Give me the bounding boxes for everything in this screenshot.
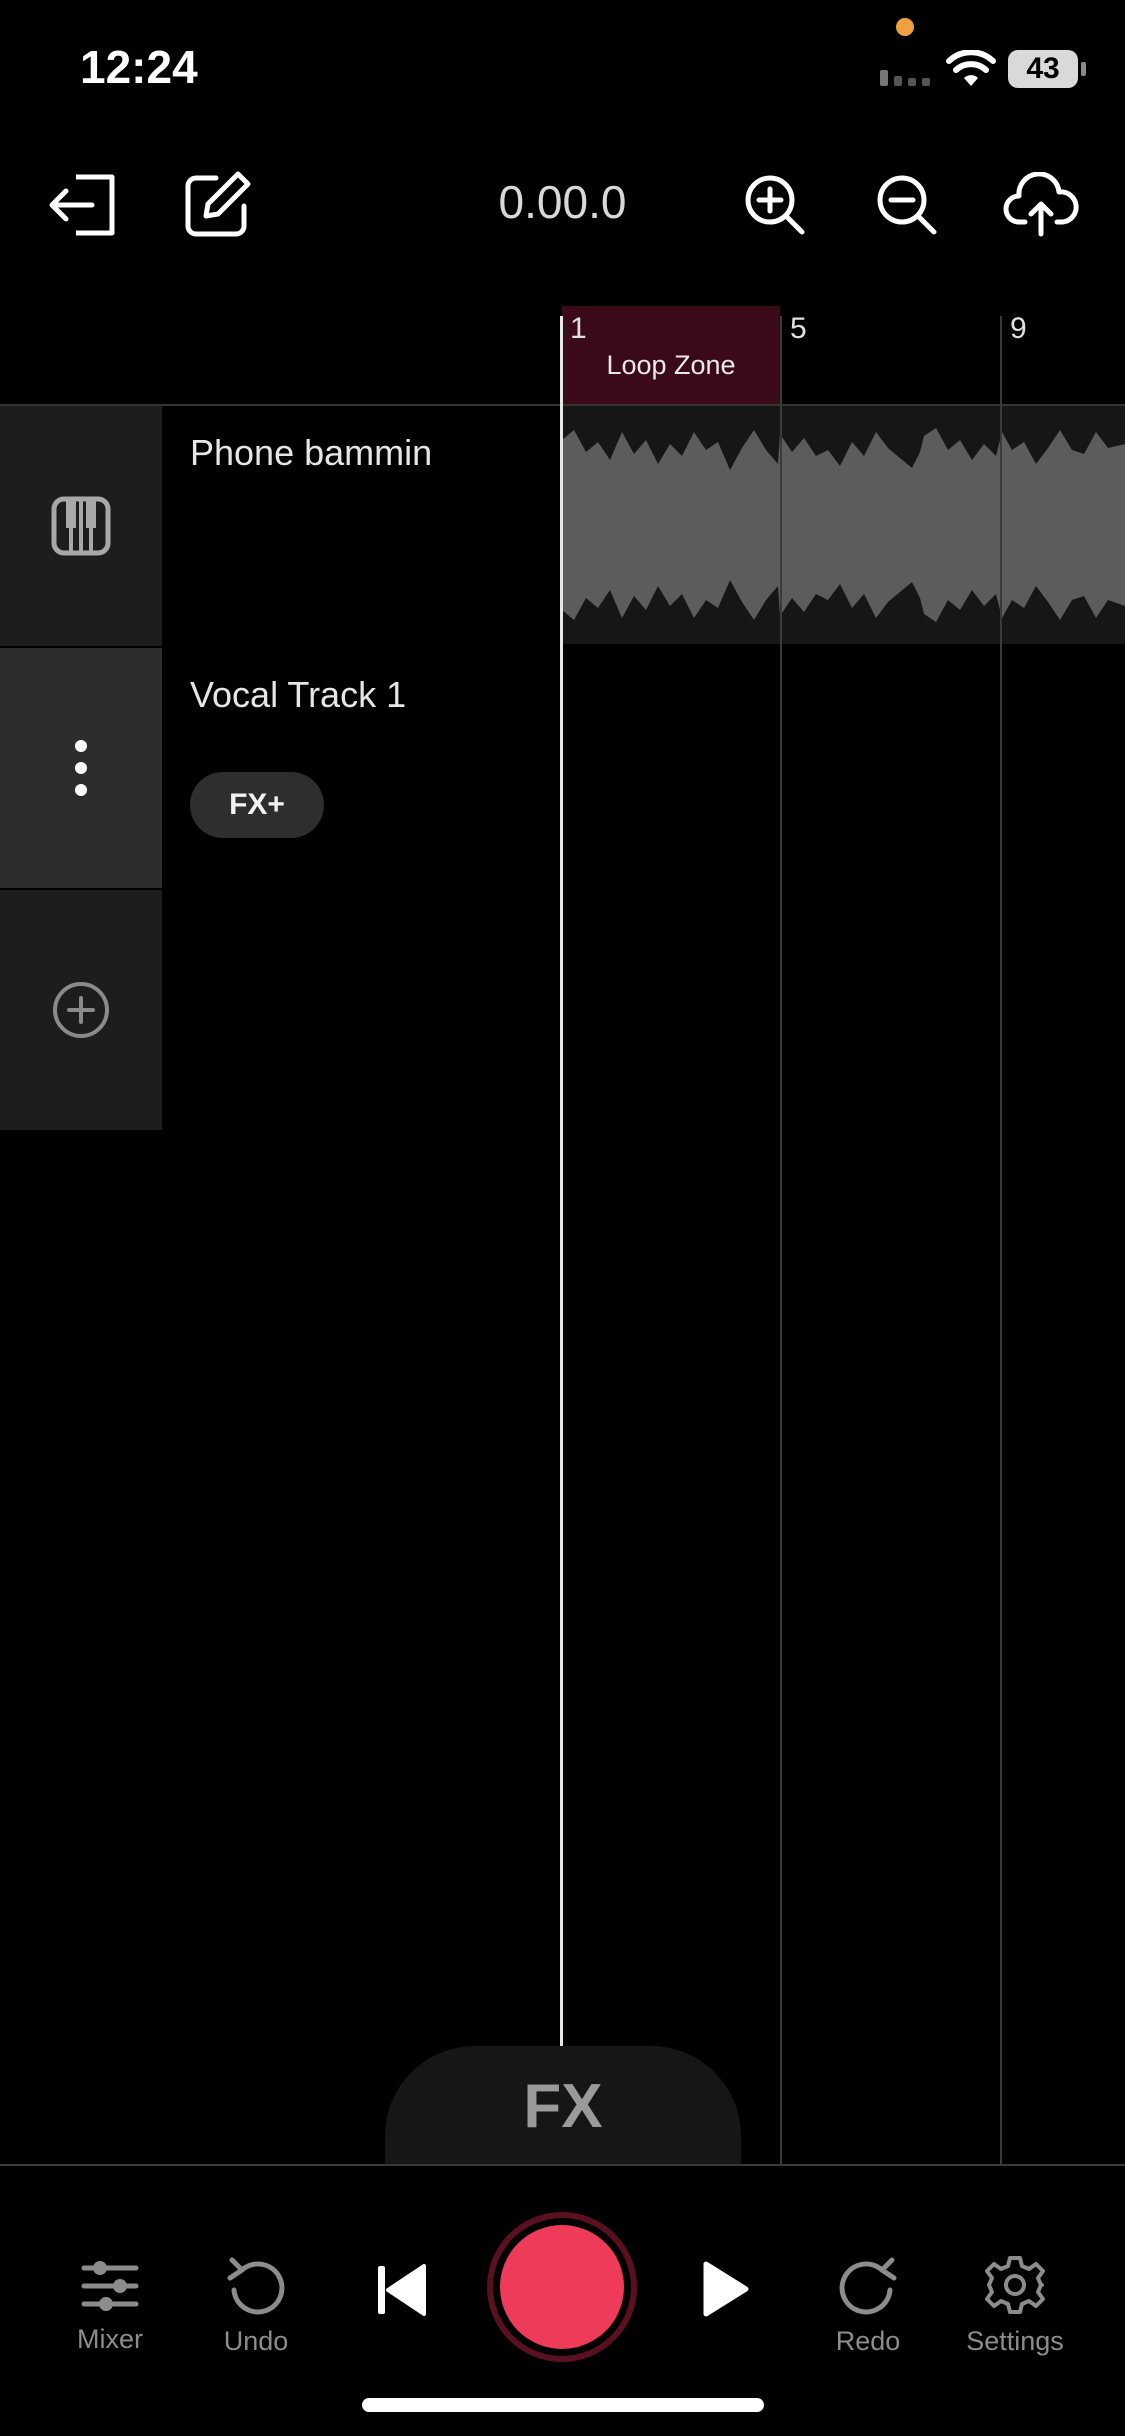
settings-button[interactable]: Settings <box>955 2254 1075 2357</box>
record-icon <box>500 2225 624 2349</box>
cellular-signal-icon <box>880 70 930 86</box>
redo-button[interactable]: Redo <box>818 2256 918 2357</box>
bar-number: 5 <box>790 312 807 345</box>
undo-label: Undo <box>223 2326 289 2356</box>
bar-number: 1 <box>570 312 587 345</box>
exit-button[interactable] <box>38 160 128 250</box>
fx-tab[interactable]: FX <box>385 2046 741 2166</box>
wifi-icon <box>946 50 996 86</box>
fx-plus-button[interactable]: FX+ <box>190 772 324 838</box>
exit-icon <box>49 174 115 236</box>
skip-back-icon <box>378 2264 426 2316</box>
track-name[interactable]: Phone bammin <box>190 432 432 474</box>
skip-to-start-button[interactable] <box>376 2262 428 2323</box>
redo-label: Redo <box>835 2326 901 2356</box>
play-icon <box>703 2261 749 2317</box>
piano-icon <box>51 496 111 556</box>
play-button[interactable] <box>700 2260 750 2323</box>
cloud-upload-icon <box>1003 172 1079 237</box>
undo-icon <box>227 2257 285 2315</box>
zoom-in-button[interactable] <box>730 160 820 250</box>
add-track-button[interactable] <box>0 890 162 1130</box>
bar-gridline <box>780 316 782 2166</box>
track-header-vocal-track-1[interactable] <box>0 648 162 888</box>
loop-zone[interactable]: Loop Zone <box>562 306 780 404</box>
loop-zone-label: Loop Zone <box>606 349 736 380</box>
playback-position: 0.00.0 <box>498 176 627 228</box>
mixer-label: Mixer <box>77 2324 143 2354</box>
zoom-out-button[interactable] <box>862 160 952 250</box>
add-circle-icon <box>53 982 109 1038</box>
more-vertical-icon <box>75 740 87 796</box>
record-button[interactable] <box>487 2212 637 2362</box>
mixer-icon <box>81 2261 139 2311</box>
edit-button[interactable] <box>172 160 262 250</box>
status-time: 12:24 <box>80 41 198 93</box>
upload-button[interactable] <box>996 160 1086 250</box>
home-indicator[interactable] <box>362 2398 764 2412</box>
track-header-phone-bammin[interactable] <box>0 406 162 646</box>
edit-icon <box>185 171 251 237</box>
mic-indicator-dot <box>896 18 914 36</box>
gear-icon <box>985 2256 1045 2314</box>
bar-number: 9 <box>1010 312 1027 345</box>
zoom-out-icon <box>877 175 937 235</box>
zoom-in-icon <box>745 175 805 235</box>
waveform <box>562 428 1125 622</box>
redo-icon <box>839 2257 897 2315</box>
playhead[interactable] <box>560 316 563 2046</box>
fx-tab-label: FX <box>523 2071 603 2141</box>
undo-button[interactable]: Undo <box>206 2256 306 2357</box>
bar-gridline <box>1000 316 1002 2166</box>
track-name[interactable]: Vocal Track 1 <box>190 674 406 716</box>
mixer-button[interactable]: Mixer <box>60 2258 160 2355</box>
battery-indicator: 43 <box>1008 50 1086 88</box>
settings-label: Settings <box>966 2326 1064 2356</box>
